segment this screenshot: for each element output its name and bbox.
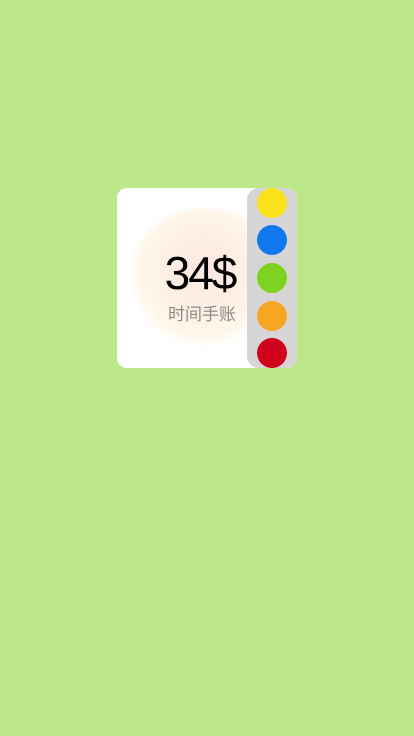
color-swatch-orange[interactable] [257,301,287,331]
color-swatch-red[interactable] [257,338,287,368]
ledger-widget[interactable]: 34$ 时间手账 [117,188,297,368]
color-picker-rail [247,188,297,368]
widget-subtitle: 时间手账 [168,305,236,325]
color-swatch-yellow[interactable] [257,188,287,218]
color-swatch-blue[interactable] [257,225,287,255]
color-swatch-green[interactable] [257,263,287,293]
amount-value: 34$ [164,247,238,299]
